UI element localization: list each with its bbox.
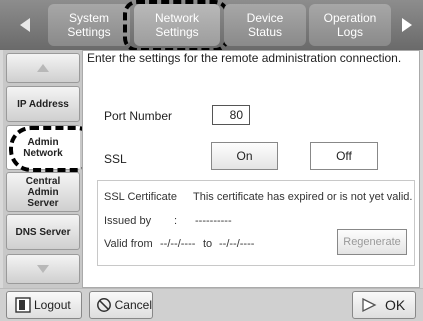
ok-button[interactable]: OK (352, 291, 416, 319)
tab-system-settings[interactable]: System Settings (48, 4, 130, 46)
ok-label: OK (385, 297, 406, 313)
up-arrow-icon (37, 64, 49, 72)
regenerate-button: Regenerate (337, 229, 407, 255)
down-arrow-icon (37, 265, 49, 273)
cancel-icon (97, 298, 111, 312)
logout-icon (15, 297, 31, 313)
sidebar-item-central-admin-server[interactable]: Central Admin Server (6, 172, 80, 212)
sidebar-item-ip-address[interactable]: IP Address (6, 86, 80, 122)
certificate-status-text: This certificate has expired or is not y… (193, 191, 413, 203)
play-arrow-icon (362, 297, 377, 313)
cancel-label: Cancel (114, 298, 152, 312)
highlight-marker (123, 0, 229, 52)
issued-by-label: Issued by (104, 215, 152, 227)
ssl-off-button[interactable]: Off (310, 142, 378, 170)
sidebar-item-dns-server[interactable]: DNS Server (6, 214, 80, 250)
valid-to-value: --/--/---- (219, 238, 255, 250)
tab-scroll-right-button[interactable] (392, 4, 422, 46)
logout-button[interactable]: Logout (6, 291, 82, 319)
ssl-label: SSL (104, 152, 127, 166)
port-number-input[interactable]: 80 (212, 105, 250, 125)
issued-by-separator: : (174, 215, 178, 227)
left-arrow-icon (20, 18, 30, 32)
instruction-text: Enter the settings for the remote admini… (87, 51, 402, 65)
tab-operation-logs[interactable]: Operation Logs (309, 4, 391, 46)
valid-from-value: --/--/---- (160, 238, 196, 250)
valid-to-label: to (203, 238, 213, 250)
cancel-button[interactable]: Cancel (89, 291, 153, 319)
issued-by-value: ---------- (195, 215, 232, 227)
valid-from-label: Valid from (104, 238, 153, 250)
sidebar-scroll-down-button[interactable] (6, 254, 80, 284)
ssl-on-button[interactable]: On (211, 142, 278, 170)
sidebar-scroll-up-button[interactable] (6, 53, 80, 83)
tab-device-status[interactable]: Device Status (224, 4, 306, 46)
tab-scroll-left-button[interactable] (4, 4, 46, 46)
ssl-certificate-label: SSL Certificate (104, 191, 177, 203)
right-arrow-icon (402, 18, 412, 32)
port-number-label: Port Number (104, 109, 173, 123)
logout-label: Logout (34, 298, 71, 312)
